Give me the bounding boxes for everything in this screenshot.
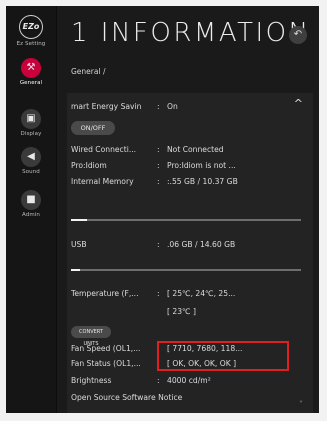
- temperature-row-2: [ 23℃ ]: [71, 307, 309, 321]
- sidebar-item-display[interactable]: ▣ Display: [6, 109, 56, 137]
- convert-units-button[interactable]: CONVERT UNITS: [71, 326, 111, 347]
- highlight-box: [157, 341, 289, 371]
- proidiom-value: Pro:Idiom is not ...: [167, 161, 236, 170]
- brightness-label: Brightness: [71, 376, 112, 385]
- sidebar-item-label: Ez Setting: [16, 41, 46, 47]
- separator: :: [157, 376, 160, 385]
- sidebar-item-label: Sound: [22, 169, 40, 175]
- proidiom-row: Pro:Idiom : Pro:Idiom is not ...: [71, 161, 309, 175]
- separator: :: [157, 289, 160, 298]
- proidiom-label: Pro:Idiom: [71, 161, 107, 170]
- separator: :: [157, 240, 160, 249]
- usb-label: USB: [71, 240, 87, 249]
- sidebar-item-label: Display: [20, 131, 42, 137]
- ez-setting-icon: EZo: [19, 15, 43, 39]
- wired-connection-row: Wired Connecti... : Not Connected: [71, 145, 309, 159]
- page-title: 1 INFORMATION: [71, 18, 311, 48]
- fan-status-label: Fan Status (OL1,...: [71, 359, 141, 368]
- open-source-label: Open Source Software Notice: [71, 393, 183, 402]
- sidebar-item-sound[interactable]: ◀ Sound: [6, 147, 56, 175]
- temperature-value-2: [ 23℃ ]: [167, 307, 196, 316]
- sidebar-item-admin[interactable]: ■ Admin: [6, 190, 56, 218]
- on-off-button[interactable]: ON/OFF: [71, 121, 115, 135]
- admin-icon: ■: [21, 190, 41, 210]
- chevron-down-icon[interactable]: ˅: [299, 400, 303, 409]
- internal-memory-bar-fill: [71, 219, 88, 221]
- energy-saving-row: mart Energy Savin : On: [71, 102, 309, 116]
- usb-bar: [71, 269, 301, 271]
- general-icon: ⚒: [21, 58, 41, 78]
- internal-memory-row: Internal Memory : :.55 GB / 10.37 GB: [71, 177, 309, 191]
- usb-value: .06 GB / 14.60 GB: [167, 240, 236, 249]
- wired-connection-label: Wired Connecti...: [71, 145, 137, 154]
- brightness-row: Brightness : 4000 cd/m²: [71, 376, 309, 390]
- fan-speed-label: Fan Speed (OL1,...: [71, 344, 141, 353]
- internal-memory-value: :.55 GB / 10.37 GB: [167, 177, 238, 186]
- sidebar-item-label: General: [19, 80, 43, 86]
- internal-memory-label: Internal Memory: [71, 177, 134, 186]
- sidebar-item-label: Admin: [21, 212, 41, 218]
- sidebar-item-general[interactable]: ⚒ General: [6, 58, 56, 86]
- separator: :: [157, 145, 160, 154]
- temperature-row: Temperature (F,... : [ 25℃, 24℃, 25...: [71, 289, 309, 303]
- sound-icon: ◀: [21, 147, 41, 167]
- brightness-value: 4000 cd/m²: [167, 376, 211, 385]
- separator: :: [157, 161, 160, 170]
- separator: :: [157, 177, 160, 186]
- internal-memory-bar: [71, 219, 301, 221]
- energy-saving-value: On: [167, 102, 178, 111]
- usb-row: USB : .06 GB / 14.60 GB: [71, 240, 309, 254]
- sidebar-item-ez-setting[interactable]: EZo Ez Setting: [6, 15, 56, 47]
- open-source-notice[interactable]: Open Source Software Notice: [71, 393, 309, 407]
- usb-bar-fill: [71, 269, 81, 271]
- sidebar: EZo Ez Setting ⚒ General ▣ Display ◀ Sou…: [6, 6, 56, 413]
- separator: :: [157, 102, 160, 111]
- temperature-label: Temperature (F,...: [71, 289, 139, 298]
- information-panel: ^ mart Energy Savin : On ON/OFF Wired Co…: [67, 93, 313, 413]
- temperature-value: [ 25℃, 24℃, 25...: [167, 289, 236, 298]
- energy-saving-label: mart Energy Savin: [71, 102, 142, 111]
- wired-connection-value: Not Connected: [167, 145, 224, 154]
- breadcrumb: General /: [71, 67, 106, 76]
- back-icon[interactable]: ↶: [289, 26, 307, 44]
- main-content: 1 INFORMATION ↶ General / ^ mart Energy …: [57, 6, 319, 413]
- tv-settings-screen: EZo Ez Setting ⚒ General ▣ Display ◀ Sou…: [6, 6, 319, 413]
- display-icon: ▣: [21, 109, 41, 129]
